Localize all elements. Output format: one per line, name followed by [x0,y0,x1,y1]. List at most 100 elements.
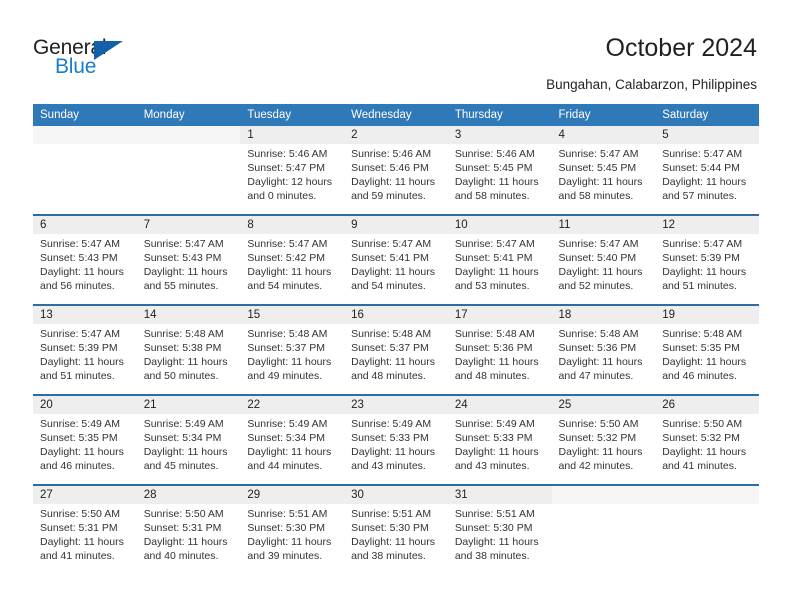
calendar-day-cell[interactable]: Sunrise: 5:50 AM Sunset: 5:32 PM Daylight:… [655,414,759,484]
calendar-day-cell[interactable]: Sunrise: 5:51 AM Sunset: 5:30 PM Daylight:… [240,504,345,574]
calendar-day-cell[interactable]: Sunrise: 5:47 AM Sunset: 5:42 PM Daylight:… [240,234,345,304]
calendar-day-number[interactable]: 16 [344,306,448,324]
calendar-day-number[interactable]: 2 [344,126,448,144]
calendar-detail-row: Sunrise: 5:47 AM Sunset: 5:39 PM Daylight:… [33,324,759,394]
calendar-day-cell[interactable]: Sunrise: 5:46 AM Sunset: 5:47 PM Daylight:… [240,144,345,214]
calendar-day-number[interactable]: 25 [551,396,656,414]
calendar-day-number[interactable]: 27 [33,486,137,504]
calendar-day-detail-line: and 57 minutes. [662,190,737,203]
calendar-day-cell[interactable]: Sunrise: 5:48 AM Sunset: 5:35 PM Daylight:… [655,324,759,394]
page-header: General Blue October 2024 Bungahan, Cala… [0,0,792,104]
calendar-dayname-thursday: Thursday [447,104,552,126]
calendar-day-detail-line: and 51 minutes. [40,370,115,383]
calendar-day-detail-line: Sunrise: 5:49 AM [351,418,432,430]
calendar-day-detail-line: Daylight: 11 hours [40,266,124,279]
general-blue-logo[interactable]: General Blue [33,36,153,82]
calendar-day-cell[interactable]: Sunrise: 5:50 AM Sunset: 5:31 PM Daylight:… [33,504,137,574]
calendar-datenumber-row: 27 28 29 30 31 [33,486,759,504]
calendar-day-number[interactable]: 5 [655,126,759,144]
calendar-datenumber-row: 20 21 22 23 24 25 26 [33,396,759,414]
calendar-day-cell[interactable]: Sunrise: 5:51 AM Sunset: 5:30 PM Daylight:… [344,504,448,574]
calendar-day-cell[interactable]: Sunrise: 5:48 AM Sunset: 5:36 PM Daylight:… [447,324,552,394]
calendar-day-number[interactable]: 4 [551,126,656,144]
calendar-day-cell[interactable]: Sunrise: 5:47 AM Sunset: 5:40 PM Daylight:… [551,234,656,304]
calendar-day-detail-line: Daylight: 11 hours [454,446,539,459]
calendar-day-number[interactable]: 23 [344,396,448,414]
calendar-day-number[interactable]: 8 [240,216,345,234]
calendar-day-cell-empty [33,144,137,214]
calendar-day-detail-line: Sunset: 5:37 PM [351,342,429,355]
calendar-day-detail-line: and 45 minutes. [143,460,219,473]
calendar-day-detail-line: Sunrise: 5:48 AM [143,328,224,340]
calendar-day-cell[interactable]: Sunrise: 5:50 AM Sunset: 5:31 PM Daylight:… [136,504,241,574]
calendar-day-number[interactable]: 28 [136,486,241,504]
calendar-day-number[interactable]: 30 [344,486,448,504]
calendar-day-number[interactable]: 3 [447,126,552,144]
calendar-day-cell[interactable]: Sunrise: 5:51 AM Sunset: 5:30 PM Daylight:… [447,504,552,574]
calendar-day-detail-line: Sunset: 5:32 PM [662,432,740,445]
calendar-day-cell[interactable]: Sunrise: 5:47 AM Sunset: 5:43 PM Daylight:… [136,234,241,304]
calendar-day-cell[interactable]: Sunrise: 5:47 AM Sunset: 5:44 PM Daylight:… [655,144,759,214]
calendar-day-detail-line: Daylight: 11 hours [454,356,539,369]
calendar-day-cell[interactable]: Sunrise: 5:49 AM Sunset: 5:35 PM Daylight:… [33,414,137,484]
calendar-day-number[interactable]: 31 [447,486,552,504]
calendar-day-number[interactable]: 26 [655,396,759,414]
calendar-day-cell[interactable]: Sunrise: 5:49 AM Sunset: 5:33 PM Daylight:… [447,414,552,484]
calendar-day-number[interactable]: 7 [136,216,241,234]
calendar-detail-row: Sunrise: 5:49 AM Sunset: 5:35 PM Daylight:… [33,414,759,484]
calendar-body: 1 2 3 4 5 Sunrise: 5:46 AM Sunset: 5:47 PM Dayl… [33,126,759,574]
calendar-day-detail-line: Daylight: 11 hours [558,356,643,369]
calendar-day-cell[interactable]: Sunrise: 5:48 AM Sunset: 5:37 PM Daylight:… [240,324,345,394]
calendar-day-detail-line: and 46 minutes. [40,460,115,473]
calendar-day-cell[interactable]: Sunrise: 5:47 AM Sunset: 5:45 PM Daylight:… [551,144,656,214]
calendar-day-detail-line: Sunset: 5:31 PM [40,522,118,535]
calendar-day-number[interactable]: 6 [33,216,137,234]
calendar-day-detail-line: Daylight: 11 hours [662,266,747,279]
calendar-day-number[interactable]: 22 [240,396,345,414]
calendar-day-detail-line: Sunset: 5:32 PM [558,432,637,445]
calendar-day-cell[interactable]: Sunrise: 5:47 AM Sunset: 5:41 PM Daylight:… [344,234,448,304]
calendar-day-detail-line: and 56 minutes. [40,280,115,293]
calendar-page: General Blue October 2024 Bungahan, Cala… [0,0,792,612]
calendar-day-cell[interactable]: Sunrise: 5:48 AM Sunset: 5:36 PM Daylight:… [551,324,656,394]
calendar-day-cell[interactable]: Sunrise: 5:49 AM Sunset: 5:34 PM Daylight:… [240,414,345,484]
calendar-day-number[interactable]: 14 [136,306,241,324]
calendar-day-detail-line: and 54 minutes. [247,280,323,293]
calendar-day-number[interactable]: 1 [240,126,345,144]
calendar-day-number[interactable]: 9 [344,216,448,234]
calendar-day-cell[interactable]: Sunrise: 5:48 AM Sunset: 5:38 PM Daylight:… [136,324,241,394]
calendar-day-number[interactable]: 19 [655,306,759,324]
calendar-day-detail-line: Sunset: 5:35 PM [40,432,118,445]
calendar-day-number[interactable]: 24 [447,396,552,414]
calendar-day-number[interactable]: 13 [33,306,137,324]
calendar-day-number[interactable]: 21 [136,396,241,414]
calendar-day-cell[interactable]: Sunrise: 5:46 AM Sunset: 5:46 PM Daylight:… [344,144,448,214]
calendar-day-cell[interactable]: Sunrise: 5:47 AM Sunset: 5:41 PM Daylight:… [447,234,552,304]
calendar-day-number[interactable]: 12 [655,216,759,234]
calendar-day-number[interactable]: 29 [240,486,345,504]
calendar-day-cell[interactable]: Sunrise: 5:50 AM Sunset: 5:32 PM Daylight:… [551,414,656,484]
calendar-day-cell[interactable]: Sunrise: 5:47 AM Sunset: 5:39 PM Daylight:… [33,324,137,394]
calendar-day-cell[interactable]: Sunrise: 5:47 AM Sunset: 5:39 PM Daylight:… [655,234,759,304]
calendar-day-detail-line: and 48 minutes. [454,370,530,383]
calendar-day-number[interactable]: 11 [551,216,656,234]
calendar-day-number[interactable]: 17 [447,306,552,324]
calendar-day-detail-line: Daylight: 11 hours [40,446,124,459]
calendar-day-cell[interactable]: Sunrise: 5:49 AM Sunset: 5:34 PM Daylight:… [136,414,241,484]
calendar-day-detail-line: Daylight: 11 hours [247,356,332,369]
calendar-day-cell[interactable]: Sunrise: 5:47 AM Sunset: 5:43 PM Daylight:… [33,234,137,304]
calendar-day-number[interactable]: 15 [240,306,345,324]
calendar-day-detail-line: and 47 minutes. [558,370,634,383]
calendar-day-number[interactable]: 20 [33,396,137,414]
calendar-day-cell[interactable]: Sunrise: 5:46 AM Sunset: 5:45 PM Daylight:… [447,144,552,214]
calendar-day-detail-line: Sunset: 5:36 PM [454,342,533,355]
calendar-day-number[interactable]: 10 [447,216,552,234]
page-subtitle: Bungahan, Calabarzon, Philippines [546,77,757,92]
calendar-day-cell[interactable]: Sunrise: 5:49 AM Sunset: 5:33 PM Daylight:… [344,414,448,484]
calendar-day-detail-line: Sunset: 5:31 PM [143,522,222,535]
calendar-day-detail-line: Sunrise: 5:48 AM [247,328,328,340]
calendar-day-detail-line: Sunset: 5:41 PM [454,252,533,265]
calendar-day-cell[interactable]: Sunrise: 5:48 AM Sunset: 5:37 PM Daylight:… [344,324,448,394]
calendar-day-number[interactable]: 18 [551,306,656,324]
calendar-container: Sunday Monday Tuesday Wednesday Thursday Frid… [33,104,759,574]
